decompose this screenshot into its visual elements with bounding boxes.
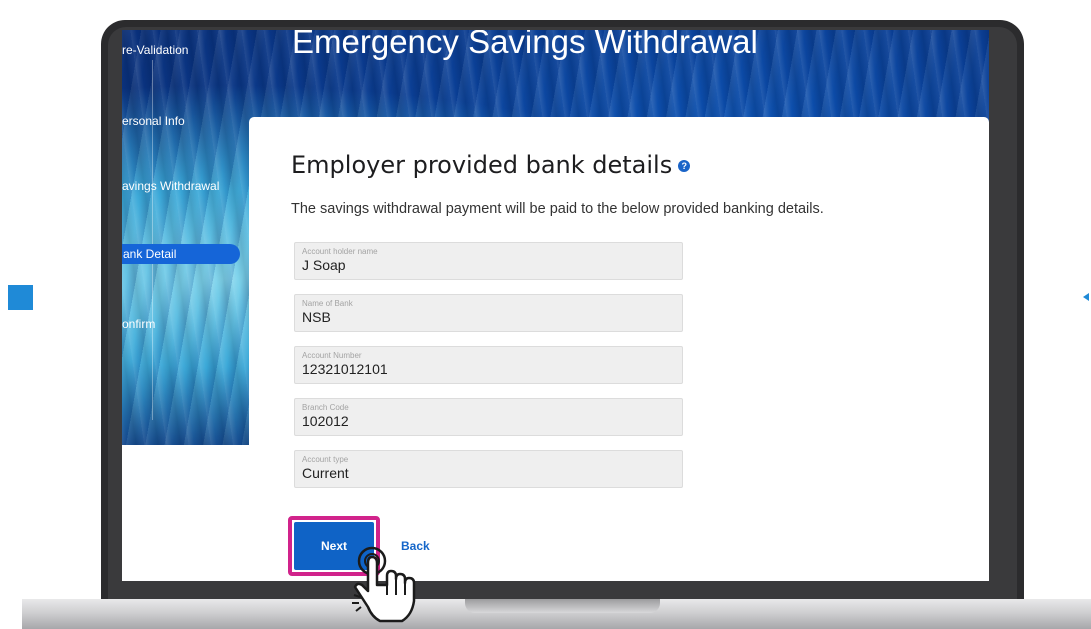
account-type-field[interactable]: Account type Current — [294, 450, 683, 488]
field-label: Account holder name — [302, 247, 378, 256]
card-description: The savings withdrawal payment will be p… — [291, 201, 824, 217]
field-value: 12321012101 — [302, 361, 388, 377]
field-value: 102012 — [302, 413, 349, 429]
laptop-screen: Emergency Savings Withdrawal re-Validati… — [122, 30, 989, 581]
sidebar-item-personal-info[interactable]: ersonal Info — [122, 114, 185, 128]
decorative-square — [8, 285, 33, 310]
sidebar-item-pre-validation[interactable]: re-Validation — [122, 43, 188, 57]
bank-name-field[interactable]: Name of Bank NSB — [294, 294, 683, 332]
account-holder-name-field[interactable]: Account holder name J Soap — [294, 242, 683, 280]
sidebar-item-confirm[interactable]: onfirm — [122, 317, 155, 331]
field-label: Account Number — [302, 351, 362, 360]
bank-details-card: Employer provided bank details? The savi… — [249, 117, 989, 581]
sidebar-item-bank-detail[interactable]: ank Detail — [122, 244, 240, 264]
decorative-arrow-icon — [1083, 293, 1089, 301]
field-value: Current — [302, 465, 349, 481]
account-number-field[interactable]: Account Number 12321012101 — [294, 346, 683, 384]
card-title-text: Employer provided bank details — [291, 151, 673, 179]
field-label: Name of Bank — [302, 299, 353, 308]
laptop-base-edge — [0, 599, 22, 629]
card-title: Employer provided bank details? — [291, 151, 691, 179]
field-value: NSB — [302, 309, 331, 325]
field-label: Account type — [302, 455, 349, 464]
branch-code-field[interactable]: Branch Code 102012 — [294, 398, 683, 436]
help-icon[interactable]: ? — [678, 160, 691, 172]
sidebar-item-savings-withdrawal[interactable]: avings Withdrawal — [122, 179, 219, 193]
field-value: J Soap — [302, 257, 346, 273]
hand-cursor-icon — [352, 546, 416, 623]
field-label: Branch Code — [302, 403, 349, 412]
page-title: Emergency Savings Withdrawal — [292, 30, 758, 60]
laptop-notch — [465, 599, 660, 613]
